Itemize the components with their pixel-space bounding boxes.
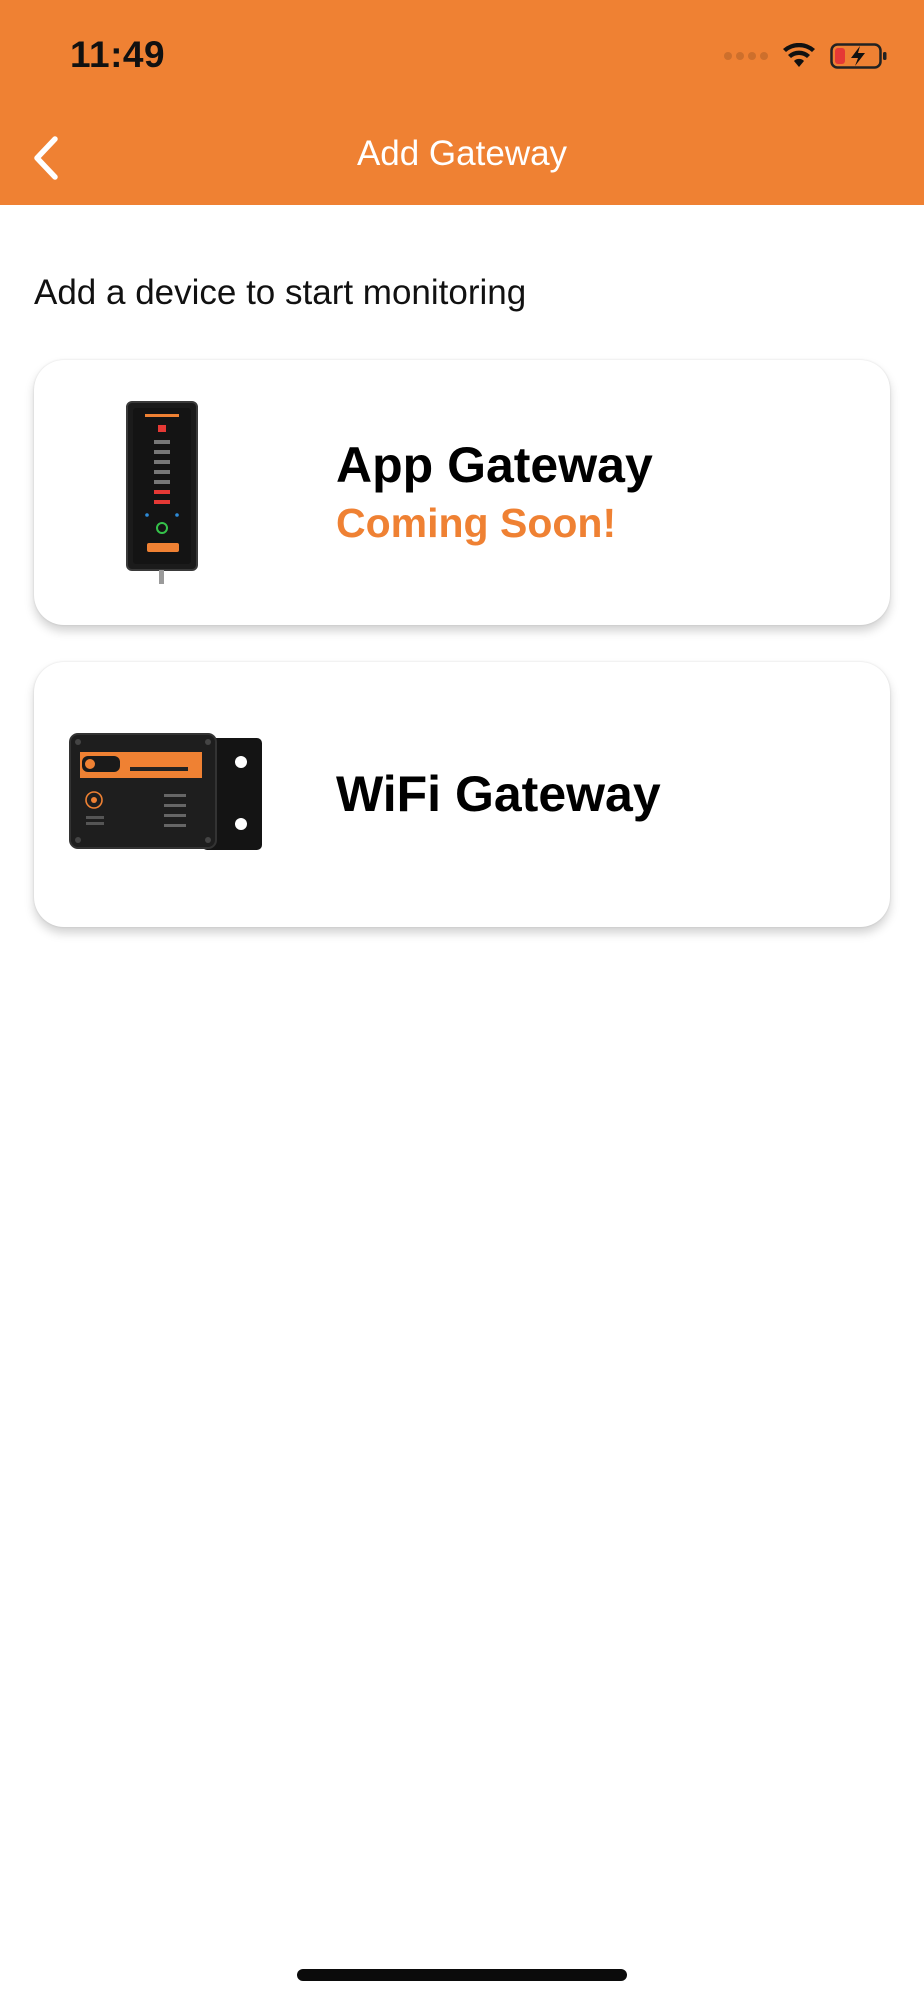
battery-charging-icon <box>830 43 887 69</box>
page-subtitle: Add a device to start monitoring <box>34 273 527 312</box>
app-header: 11:49 Add Gateway <box>0 0 924 205</box>
status-time: 11:49 <box>70 34 166 75</box>
app-gateway-card[interactable]: App Gateway Coming Soon! <box>34 360 890 625</box>
coming-soon-label: Coming Soon! <box>336 500 617 546</box>
app-gateway-title: App Gateway <box>336 437 653 493</box>
cellular-signal-icon <box>724 52 768 60</box>
wifi-gateway-title: WiFi Gateway <box>336 766 661 822</box>
wifi-gateway-card[interactable]: WiFi Gateway <box>34 662 890 927</box>
wifi-gateway-device-image <box>69 733 262 850</box>
app-gateway-device-image <box>126 401 198 584</box>
status-icons <box>724 40 888 72</box>
wifi-icon <box>783 43 815 67</box>
page-title: Add Gateway <box>356 134 568 173</box>
home-indicator <box>297 1969 627 1981</box>
